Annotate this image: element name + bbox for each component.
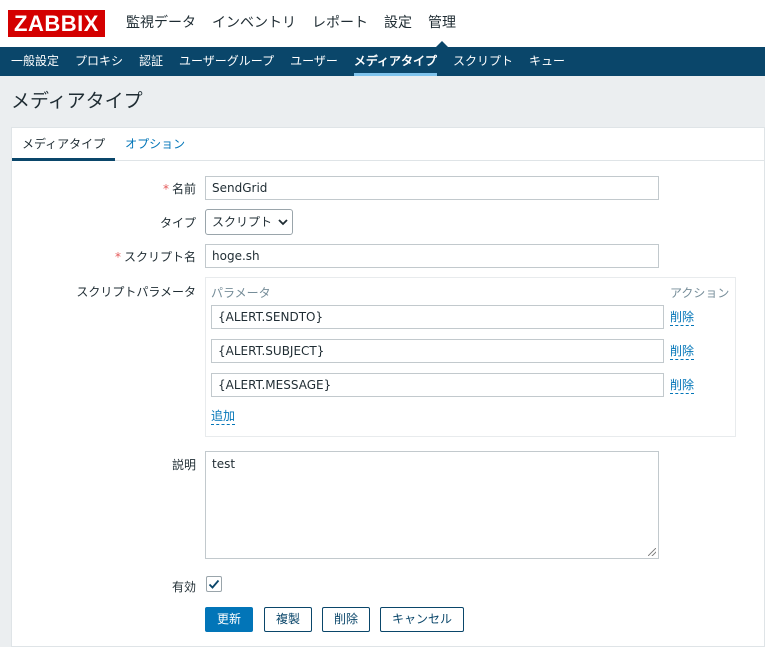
- tab-bar: メディアタイプ オプション: [12, 128, 764, 161]
- subnav-queue[interactable]: キュー: [521, 47, 573, 76]
- param-input-message[interactable]: {ALERT.MESSAGE}: [211, 373, 664, 397]
- tab-options[interactable]: オプション: [115, 128, 195, 161]
- page-title: メディアタイプ: [11, 90, 143, 112]
- subnav-users[interactable]: ユーザー: [282, 47, 346, 76]
- script-name-label: * スクリプト名: [12, 248, 196, 265]
- menu-reports[interactable]: レポート: [304, 0, 376, 47]
- enabled-label: 有効: [171, 580, 196, 594]
- resize-grip-icon[interactable]: [648, 548, 656, 556]
- sub-navigation: 一般設定 プロキシ 認証 ユーザーグループ ユーザー メディアタイプ スクリプト…: [0, 47, 765, 76]
- subnav-user-groups[interactable]: ユーザーグループ: [171, 47, 282, 76]
- subnav-authentication[interactable]: 認証: [131, 47, 171, 76]
- type-label: タイプ: [159, 216, 196, 230]
- script-name-label-text: スクリプト名: [123, 250, 196, 264]
- menu-monitoring[interactable]: 監視データ: [118, 0, 204, 47]
- chevron-down-icon: [278, 212, 288, 236]
- action-column-header: アクション: [670, 286, 730, 300]
- subnav-proxies[interactable]: プロキシ: [67, 47, 131, 76]
- subnav-media-types[interactable]: メディアタイプ: [346, 47, 445, 76]
- clone-button[interactable]: 複製: [264, 607, 312, 632]
- type-select[interactable]: スクリプト: [205, 209, 293, 235]
- description-label: 説明: [171, 458, 196, 472]
- description-textarea[interactable]: test: [205, 451, 659, 559]
- cancel-button[interactable]: キャンセル: [380, 607, 464, 632]
- top-header: ZABBIX 監視データ インベントリ レポート 設定 管理: [0, 0, 765, 47]
- description-text: test: [212, 457, 236, 471]
- delete-button[interactable]: 削除: [322, 607, 370, 632]
- name-label-text: 名前: [171, 182, 196, 196]
- tab-media-type[interactable]: メディアタイプ: [12, 128, 116, 161]
- menu-administration[interactable]: 管理: [420, 0, 464, 47]
- required-mark: *: [114, 250, 121, 264]
- top-menu: 監視データ インベントリ レポート 設定 管理: [118, 0, 464, 47]
- update-button[interactable]: 更新: [205, 607, 253, 632]
- add-param-link[interactable]: 追加: [211, 408, 236, 425]
- zabbix-logo[interactable]: ZABBIX: [8, 10, 105, 37]
- enabled-checkbox[interactable]: [206, 576, 222, 592]
- name-label: * 名前: [12, 180, 196, 197]
- menu-inventory[interactable]: インベントリ: [204, 0, 304, 47]
- param-input-sendto[interactable]: {ALERT.SENDTO}: [211, 305, 664, 329]
- required-mark: *: [162, 182, 169, 196]
- param-remove-message[interactable]: 削除: [670, 377, 695, 394]
- param-remove-subject[interactable]: 削除: [670, 343, 695, 360]
- script-name-input[interactable]: hoge.sh: [205, 244, 659, 268]
- params-column-header: パラメータ: [211, 286, 271, 300]
- check-icon: [208, 579, 220, 589]
- menu-configuration[interactable]: 設定: [376, 0, 420, 47]
- param-input-subject[interactable]: {ALERT.SUBJECT}: [211, 339, 664, 363]
- param-remove-sendto[interactable]: 削除: [670, 309, 695, 326]
- form-panel: メディアタイプ オプション * 名前 SendGrid タイプ スクリプト * スク…: [11, 127, 765, 647]
- subnav-general[interactable]: 一般設定: [3, 47, 67, 76]
- subnav-scripts[interactable]: スクリプト: [445, 47, 521, 76]
- type-select-value: スクリプト: [212, 215, 273, 229]
- name-input[interactable]: SendGrid: [205, 176, 659, 200]
- script-params-label: スクリプトパラメータ: [76, 285, 196, 299]
